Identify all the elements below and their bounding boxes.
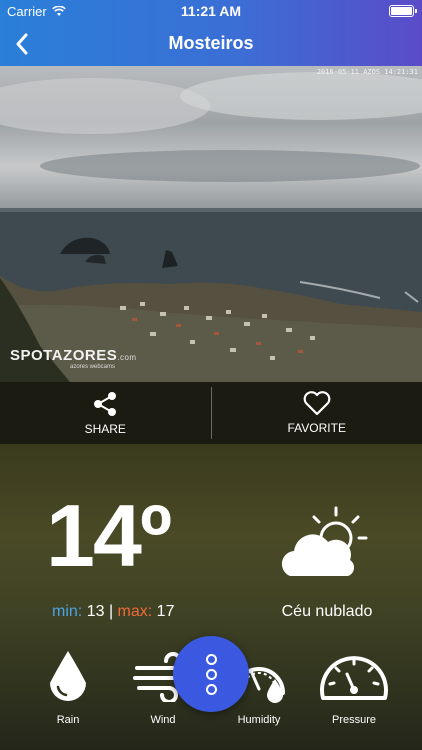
webcam-tagline: azores webcams bbox=[70, 364, 116, 370]
weather-panel: 14º min: 13 | max: 17 Céu nublado Rain W… bbox=[0, 444, 422, 750]
current-temperature: 14º bbox=[46, 486, 172, 585]
favorite-button[interactable]: FAVORITE bbox=[212, 382, 422, 444]
pressure-gauge-icon bbox=[320, 656, 388, 700]
metric-pressure-label: Pressure bbox=[331, 714, 377, 726]
action-bar: SHARE FAVORITE bbox=[0, 382, 422, 444]
min-label: min: bbox=[52, 603, 83, 620]
metric-humidity-label: Humidity bbox=[237, 714, 281, 726]
webcam-image[interactable]: 2016-05-11 AZOS 14:21:31 SPOTAZORES.com … bbox=[0, 66, 422, 382]
metric-rain-label: Rain bbox=[56, 714, 80, 726]
min-max-temperature: min: 13 | max: 17 bbox=[52, 603, 174, 621]
partly-cloudy-icon bbox=[281, 506, 368, 576]
minmax-separator: | bbox=[108, 603, 114, 620]
max-value: 17 bbox=[156, 603, 175, 620]
heart-icon bbox=[303, 391, 331, 416]
metric-wind-label: Wind bbox=[150, 714, 176, 726]
webcam-logo-text: SPOTAZORES bbox=[10, 347, 118, 364]
metric-pressure[interactable]: Pressure bbox=[309, 646, 399, 726]
status-bar: Carrier 11:21 AM bbox=[0, 0, 422, 22]
status-time: 11:21 AM bbox=[180, 3, 242, 19]
metric-rain[interactable]: Rain bbox=[23, 646, 113, 726]
favorite-label: FAVORITE bbox=[287, 421, 346, 435]
webcam-logo: SPOTAZORES.com bbox=[10, 347, 137, 364]
navigation-bar: Mosteiros bbox=[0, 22, 422, 66]
weather-condition: Céu nublado bbox=[281, 603, 373, 620]
page-title: Mosteiros bbox=[168, 33, 254, 53]
more-dot-icon bbox=[205, 668, 217, 680]
webcam-logo-suffix: .com bbox=[117, 353, 137, 362]
share-label: SHARE bbox=[84, 421, 126, 436]
top-bar: Carrier 11:21 AM Mosteiros bbox=[0, 0, 422, 66]
menu-fab-button[interactable] bbox=[173, 636, 249, 712]
max-label: max: bbox=[117, 603, 153, 620]
share-button[interactable]: SHARE bbox=[0, 382, 211, 444]
share-icon bbox=[94, 391, 117, 416]
more-dot-icon bbox=[205, 653, 217, 665]
webcam-scene bbox=[0, 72, 422, 382]
battery-icon bbox=[389, 5, 417, 17]
min-value: 13 bbox=[86, 603, 105, 620]
webcam-timestamp: 2016-05-11 AZOS 14:21:31 bbox=[316, 68, 418, 76]
raindrop-icon bbox=[50, 651, 86, 701]
more-dot-icon bbox=[205, 683, 217, 695]
